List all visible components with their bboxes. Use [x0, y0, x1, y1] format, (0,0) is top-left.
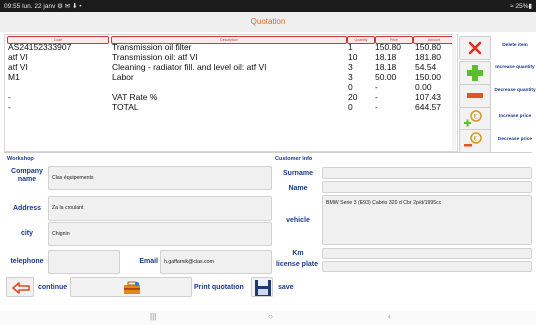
increase-quantity-label: Increase quantity: [495, 65, 535, 70]
coin-plus-icon: €: [464, 110, 482, 127]
table-row[interactable]: 0-0.00: [5, 83, 457, 92]
address-label: Address: [12, 205, 41, 212]
page-title: Quotation: [250, 17, 286, 26]
quotation-table[interactable]: Code Description Quantity Price Amount A…: [4, 34, 458, 152]
print-quotation-label: Print quotation: [194, 284, 244, 291]
company-name-field[interactable]: Clas équipements: [48, 166, 272, 190]
home-icon[interactable]: ○: [268, 312, 273, 321]
status-left: 09:55 lun. 22 janv ⚙ ✉ ⬇ •: [4, 3, 82, 10]
telephone-label: telephone: [10, 258, 44, 265]
title-bar: Quotation: [0, 12, 536, 32]
license-plate-label: license plate: [275, 261, 319, 268]
delete-item-label: Delete item: [502, 43, 528, 48]
surname-field[interactable]: [322, 167, 532, 179]
svg-text:€: €: [474, 137, 478, 143]
table-row[interactable]: atf VI Transmission oil: atf VI 10 18.18 181…: [5, 53, 457, 62]
back-icon[interactable]: ‹: [388, 312, 391, 321]
minus-icon: [467, 93, 483, 98]
decrease-quantity-button[interactable]: [459, 84, 491, 108]
email-label: Email: [139, 258, 158, 265]
telephone-field[interactable]: [48, 250, 120, 274]
floppy-disk-icon: [255, 280, 271, 296]
continue-label: continue: [38, 284, 68, 291]
toolbox-button[interactable]: [70, 277, 192, 297]
table-row[interactable]: M1 Labor 3 50.00 150.00: [5, 73, 457, 82]
workshop-section-title: Workshop: [7, 156, 34, 162]
name-field[interactable]: [322, 181, 532, 193]
company-name-label: Company name: [11, 168, 43, 183]
table-row[interactable]: - TOTAL 0-644.57: [5, 103, 457, 112]
plus-icon: [467, 65, 483, 81]
save-label: save: [278, 284, 294, 291]
license-plate-field[interactable]: [322, 261, 532, 272]
toolbox-icon: [124, 281, 140, 294]
table-row[interactable]: - VAT Rate % 20-107.43: [5, 93, 457, 102]
city-label: city: [20, 230, 34, 237]
arrow-left-icon: [12, 282, 30, 294]
vehicle-label: vehicle: [286, 217, 310, 224]
coin-minus-icon: €: [464, 132, 482, 147]
table-row[interactable]: AS24152333907 Transmission oil filter 1 150…: [5, 43, 457, 52]
customer-section-title: Customer info: [275, 156, 313, 162]
table-scrollbar[interactable]: [452, 34, 456, 150]
increase-price-label: Increase price: [498, 114, 532, 119]
recent-apps-icon[interactable]: |||: [150, 312, 156, 321]
vehicle-field[interactable]: BMW Serie 3 (E93) Cabrio 320 d Cbr 2p/d/…: [322, 195, 532, 245]
svg-text:€: €: [474, 115, 478, 121]
increase-quantity-button[interactable]: [459, 61, 491, 85]
decrease-price-button[interactable]: €: [459, 129, 491, 153]
name-label: Name: [288, 185, 308, 192]
continue-button[interactable]: [6, 277, 34, 297]
decrease-price-label: Decrease price: [497, 137, 533, 142]
save-button[interactable]: [251, 277, 273, 297]
email-field[interactable]: h.gaffarnik@clas.com: [160, 250, 272, 274]
divider: [4, 152, 532, 153]
status-bar: 09:55 lun. 22 janv ⚙ ✉ ⬇ • ≈ 25%▮: [0, 0, 536, 12]
delete-item-button[interactable]: [459, 36, 491, 60]
km-field[interactable]: [322, 248, 532, 259]
address-field[interactable]: Za la croulant: [48, 196, 272, 221]
decrease-quantity-label: Decrease quantity: [494, 88, 536, 93]
delete-x-icon: [468, 41, 482, 55]
system-nav-bar: ||| ○ ‹: [0, 311, 536, 325]
surname-label: Surname: [283, 170, 313, 177]
table-row[interactable]: atf VI Cleaning - radiator fill. and leve…: [5, 63, 457, 72]
increase-price-button[interactable]: €: [459, 107, 491, 131]
city-field[interactable]: Chignin: [48, 222, 272, 246]
km-label: Km: [292, 250, 304, 257]
status-right: ≈ 25%▮: [510, 3, 532, 10]
